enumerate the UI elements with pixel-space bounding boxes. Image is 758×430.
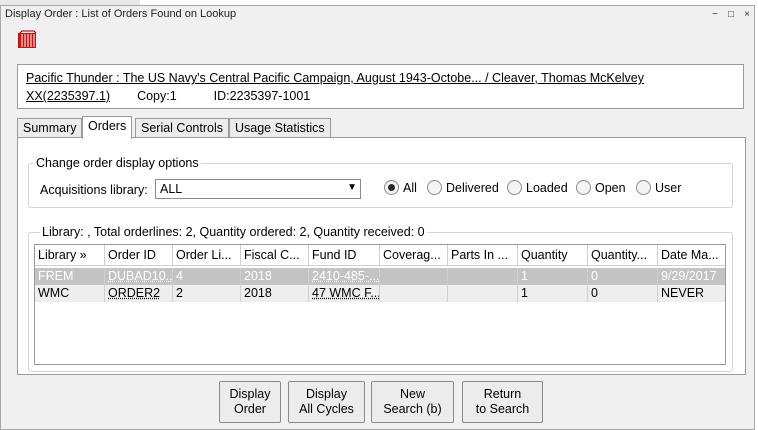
column-header-fund-id[interactable]: Fund ID	[309, 245, 380, 265]
radio-all[interactable]: All	[384, 180, 417, 198]
radio-delivered-indicator	[427, 180, 442, 195]
acquisitions-library-label: Acquisitions library:	[40, 183, 148, 197]
column-header-fiscal-cycle[interactable]: Fiscal C...	[241, 245, 309, 265]
column-header-parts-in[interactable]: Parts In ...	[448, 245, 518, 265]
table-header: Library » Order ID Order Li... Fiscal C.…	[35, 245, 725, 266]
radio-user[interactable]: User	[636, 180, 681, 198]
cell-quantity-received: 0	[588, 285, 658, 302]
acquisitions-library-select[interactable]: ALL ▼	[155, 179, 361, 199]
cell-library: FREM	[35, 268, 105, 285]
record-title[interactable]: Pacific Thunder : The US Navy's Central …	[26, 71, 644, 85]
column-header-library[interactable]: Library »	[35, 245, 105, 265]
minimize-button[interactable]: −	[707, 7, 723, 22]
orders-summary-legend: Library: , Total orderlines: 2, Quantity…	[40, 225, 427, 239]
radio-loaded[interactable]: Loaded	[507, 180, 568, 198]
tab-serial-controls[interactable]: Serial Controls	[135, 118, 229, 139]
radio-delivered[interactable]: Delivered	[427, 180, 499, 198]
close-button[interactable]: ×	[739, 7, 755, 22]
new-search-label-2: Search (b)	[383, 402, 442, 416]
cell-coverage	[380, 268, 448, 285]
orders-tab-panel: Change order display options Acquisition…	[17, 137, 746, 375]
table-row[interactable]: WMC ORDER2 2 2018 47 WMC F... 1 0 NEVER	[35, 285, 725, 302]
cell-order-id[interactable]: DUBAD10...	[105, 268, 173, 285]
column-header-order-line[interactable]: Order Li...	[173, 245, 241, 265]
return-to-search-label-1: Return	[483, 387, 522, 401]
column-header-date-made[interactable]: Date Ma...	[658, 245, 725, 265]
column-header-coverage[interactable]: Coverag...	[380, 245, 448, 265]
radio-open[interactable]: Open	[576, 180, 626, 198]
tab-orders[interactable]: Orders	[82, 116, 133, 139]
radio-user-indicator	[636, 180, 651, 195]
cell-fiscal-cycle: 2018	[241, 285, 309, 302]
cell-order-id[interactable]: ORDER2	[105, 285, 173, 302]
column-header-order-id[interactable]: Order ID	[105, 245, 173, 265]
record-holding-line: XX(2235397.1) Copy:1 ID:2235397-1001	[26, 89, 310, 103]
radio-open-indicator	[576, 180, 591, 195]
radio-loaded-indicator	[507, 180, 522, 195]
display-order-label-1: Display	[229, 387, 271, 401]
cell-quantity: 1	[518, 268, 588, 285]
column-header-quantity[interactable]: Quantity	[518, 245, 588, 265]
cell-library: WMC	[35, 285, 105, 302]
tab-summary[interactable]: Summary	[17, 118, 83, 139]
cell-fiscal-cycle: 2018	[241, 268, 309, 285]
column-header-quantity-received[interactable]: Quantity...	[588, 245, 658, 265]
cell-date-made: 9/29/2017	[661, 269, 717, 283]
acquisitions-library-value: ALL	[160, 182, 183, 196]
cell-order-line: 4	[173, 268, 241, 285]
tab-usage-statistics[interactable]: Usage Statistics	[229, 118, 331, 139]
display-all-cycles-label-2: All Cycles	[299, 402, 354, 416]
cell-coverage	[380, 285, 448, 302]
display-order-label-2: Order	[234, 402, 266, 416]
cell-date-made: NEVER	[661, 286, 705, 300]
display-options-legend: Change order display options	[34, 156, 201, 170]
title-bar[interactable]: Display Order : List of Orders Found on …	[1, 6, 754, 24]
call-number: XX(2235397.1)	[26, 89, 111, 103]
maximize-button[interactable]: □	[723, 7, 739, 22]
radio-all-indicator	[384, 180, 399, 195]
new-search-button[interactable]: New Search (b)	[371, 381, 454, 423]
cell-quantity: 1	[518, 285, 588, 302]
table-row[interactable]: FREM DUBAD10... 4 2018 2410-485-... 1 0 …	[35, 268, 725, 285]
chevron-down-icon: ▼	[347, 182, 357, 193]
return-to-search-label-2: to Search	[475, 402, 530, 416]
item-id: ID:2235397-1001	[213, 89, 311, 103]
cell-fund-id[interactable]: 2410-485-...	[309, 268, 380, 285]
orders-table: Library » Order ID Order Li... Fiscal C.…	[34, 244, 726, 365]
return-to-search-button[interactable]: Return to Search	[462, 381, 543, 423]
display-order-window: Display Order : List of Orders Found on …	[0, 5, 755, 430]
display-all-cycles-label-1: Display	[306, 387, 347, 401]
new-search-label-1: New	[399, 387, 425, 401]
record-info-box: Pacific Thunder : The US Navy's Central …	[17, 64, 744, 109]
display-order-button[interactable]: Display Order	[219, 381, 281, 423]
display-all-cycles-button[interactable]: Display All Cycles	[288, 381, 365, 423]
cell-parts-in	[448, 268, 518, 285]
cell-parts-in	[448, 285, 518, 302]
window-title: Display Order : List of Orders Found on …	[5, 8, 237, 20]
cell-order-line: 2	[173, 285, 241, 302]
cell-fund-id[interactable]: 47 WMC F...	[309, 285, 380, 302]
copy-number: Copy:1	[137, 89, 177, 103]
book-icon	[17, 30, 37, 50]
cell-quantity-received: 0	[588, 268, 658, 285]
